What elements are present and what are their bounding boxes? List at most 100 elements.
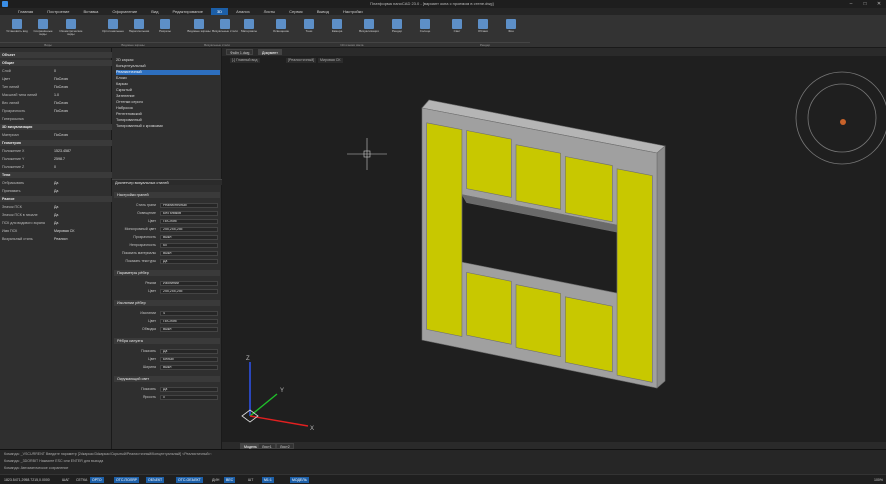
status-toggle[interactable]: ОРТО bbox=[90, 477, 104, 483]
infill-panel[interactable] bbox=[616, 168, 653, 383]
property-row[interactable]: ПСК для видового экрана Да bbox=[0, 220, 112, 226]
view-control[interactable]: Мировая СК bbox=[318, 58, 343, 63]
form-field-value[interactable]: Выкл bbox=[160, 364, 218, 370]
property-row[interactable]: Цвет ПоСлою bbox=[0, 76, 112, 82]
view-control[interactable]: [Реалистичный] bbox=[286, 58, 317, 63]
view-control[interactable]: [-] Главный вид bbox=[230, 58, 260, 63]
property-value[interactable]: Да bbox=[54, 220, 58, 226]
ribbon-button-3[interactable]: Ортогональные bbox=[100, 18, 126, 40]
form-section-header[interactable]: Окружающий свет bbox=[114, 376, 220, 382]
property-row[interactable]: Материал ПоСлою bbox=[0, 132, 112, 138]
property-row[interactable]: Тип линий ПоСлою bbox=[0, 84, 112, 90]
ribbon-button-13[interactable]: Рендер bbox=[384, 18, 410, 40]
status-toggle[interactable]: 100% bbox=[872, 477, 885, 483]
property-value[interactable]: ПоСлою bbox=[54, 76, 68, 82]
maximize-button[interactable]: □ bbox=[862, 1, 868, 7]
menu-item-9[interactable]: Сервис bbox=[283, 8, 309, 15]
visual-style-item[interactable]: Затенение bbox=[116, 94, 220, 99]
property-row[interactable]: Значок ПСК в начале Да bbox=[0, 212, 112, 218]
property-value[interactable]: Да bbox=[54, 204, 58, 210]
property-row[interactable]: Положение Z 0 bbox=[0, 164, 112, 170]
wall-frame[interactable] bbox=[421, 99, 666, 389]
form-field-value[interactable]: ПоСлою bbox=[160, 318, 218, 324]
form-field-value[interactable]: 60 bbox=[160, 242, 218, 248]
property-row[interactable]: Имя ПСК Мировая СК bbox=[0, 228, 112, 234]
property-value[interactable]: Мировая СК bbox=[54, 228, 75, 234]
ribbon-button-5[interactable]: Разрезы bbox=[152, 18, 178, 40]
form-field-value[interactable]: Без бликов bbox=[160, 210, 218, 216]
property-row[interactable]: Положение Y 2598.7 bbox=[0, 156, 112, 162]
property-value[interactable]: 0 bbox=[54, 164, 56, 170]
close-button[interactable]: ✕ bbox=[876, 1, 882, 7]
form-section-header[interactable]: Рёбра силуэта bbox=[114, 338, 220, 344]
infill-panel[interactable] bbox=[565, 156, 613, 223]
form-field-value[interactable]: Выкл bbox=[160, 234, 218, 240]
menu-item-1[interactable]: Построение bbox=[41, 8, 75, 15]
ribbon-button-10[interactable]: Тени bbox=[296, 18, 322, 40]
status-toggle[interactable]: ДИН bbox=[210, 477, 221, 483]
model-canvas[interactable]: Z Y X bbox=[222, 48, 886, 442]
form-field-value[interactable]: Белый bbox=[160, 356, 218, 362]
status-toggle[interactable]: ОТС-ОБЪЕКТ bbox=[176, 477, 203, 483]
property-value[interactable]: 2598.7 bbox=[54, 156, 65, 162]
status-toggle[interactable]: 1823.5471,2958.7215,0.0000 bbox=[2, 477, 52, 483]
visual-style-item[interactable]: Реалистичный bbox=[116, 70, 220, 75]
property-row[interactable]: Гиперссылка bbox=[0, 116, 112, 122]
orbit-handle-icon[interactable] bbox=[840, 119, 846, 125]
status-toggle[interactable]: ВЕС bbox=[224, 477, 236, 483]
form-field-value[interactable]: 0 bbox=[160, 394, 218, 400]
ribbon-button-0[interactable]: Установить вид bbox=[4, 18, 30, 40]
wall-side-face[interactable] bbox=[656, 145, 666, 389]
property-value[interactable]: ПоСлою bbox=[54, 108, 68, 114]
visual-style-item[interactable]: Скрытый bbox=[116, 88, 220, 93]
form-section-header[interactable]: Параметры рёбер bbox=[114, 270, 220, 276]
menu-item-5[interactable]: Редактирование bbox=[166, 8, 208, 15]
property-value[interactable]: 1.0 bbox=[54, 92, 59, 98]
property-row[interactable]: Принимать Да bbox=[0, 188, 112, 194]
layout-tab[interactable]: Лист1 bbox=[258, 442, 276, 449]
form-field-value[interactable]: Выкл bbox=[160, 250, 218, 256]
infill-panel[interactable] bbox=[515, 284, 561, 357]
property-row[interactable]: Положение X 1523.4587 bbox=[0, 148, 112, 154]
document-tab[interactable]: Документ bbox=[258, 49, 282, 55]
infill-panel[interactable] bbox=[466, 272, 512, 345]
ribbon-button-9[interactable]: Освещение bbox=[268, 18, 294, 40]
app-logo-icon[interactable] bbox=[2, 1, 8, 7]
form-field-value[interactable]: 255,255,255 bbox=[160, 288, 218, 294]
status-toggle[interactable]: М1:1 bbox=[262, 477, 274, 483]
form-field-value[interactable]: Да bbox=[160, 258, 218, 264]
form-section-header[interactable]: Изолинии рёбер bbox=[114, 300, 220, 306]
menu-item-11[interactable]: Настройки bbox=[337, 8, 369, 15]
visual-style-item[interactable]: Тонированный bbox=[116, 118, 220, 123]
property-row[interactable]: Прозрачность ПоСлою bbox=[0, 108, 112, 114]
visual-style-item[interactable]: Тонированный с кромками bbox=[116, 124, 220, 129]
property-row[interactable]: Значок ПСК Да bbox=[0, 204, 112, 210]
ribbon-button-12[interactable]: Визуализация bbox=[356, 18, 382, 40]
ribbon-button-17[interactable]: Фон bbox=[498, 18, 524, 40]
menu-item-0[interactable]: Главная bbox=[12, 8, 39, 15]
ribbon-button-1[interactable]: Сохранённые виды bbox=[30, 18, 56, 40]
form-field-value[interactable]: 4 bbox=[160, 310, 218, 316]
status-toggle[interactable]: ОБЪЕКТ bbox=[146, 477, 165, 483]
ribbon-button-7[interactable]: Визуальные стили bbox=[212, 18, 238, 40]
menu-item-7[interactable]: Анализ bbox=[230, 8, 256, 15]
ribbon-button-6[interactable]: Видовые экраны bbox=[186, 18, 212, 40]
ribbon-button-11[interactable]: Камера bbox=[324, 18, 350, 40]
infill-panel[interactable] bbox=[466, 130, 512, 198]
layout-tab[interactable]: Лист2 bbox=[276, 442, 294, 449]
ribbon-button-2[interactable]: Изометрические виды bbox=[58, 18, 84, 40]
ribbon-button-15[interactable]: Свет bbox=[444, 18, 470, 40]
property-value[interactable]: ПоСлою bbox=[54, 100, 68, 106]
status-toggle[interactable]: ШАГ bbox=[60, 477, 71, 483]
visual-style-item[interactable]: Набросок bbox=[116, 106, 220, 111]
menu-item-3[interactable]: Оформление bbox=[106, 8, 143, 15]
form-field-value[interactable]: Да bbox=[160, 386, 218, 392]
property-value[interactable]: Реалист. bbox=[54, 236, 68, 242]
form-field-value[interactable]: Выкл bbox=[160, 326, 218, 332]
visual-style-item[interactable]: 2D каркас bbox=[116, 58, 220, 63]
property-value[interactable]: ПоСлою bbox=[54, 84, 68, 90]
visual-style-item[interactable]: Оттенки серого bbox=[116, 100, 220, 105]
property-row[interactable]: Отбрасывать Да bbox=[0, 180, 112, 186]
property-value[interactable]: Да bbox=[54, 212, 58, 218]
menu-item-6[interactable]: 3D bbox=[210, 8, 229, 15]
